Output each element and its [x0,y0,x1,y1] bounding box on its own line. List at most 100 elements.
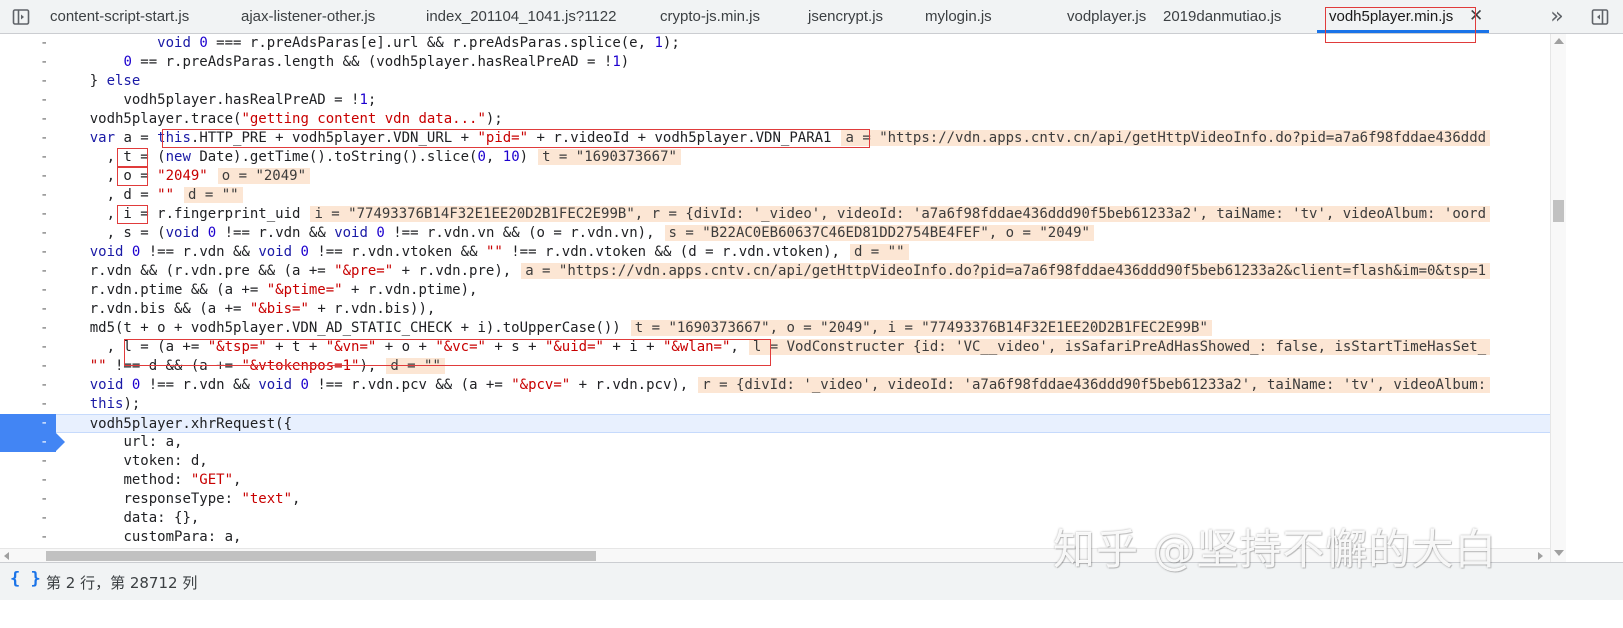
gutter-line-marker[interactable]: - [0,300,56,319]
tab-vodh5player-min-js[interactable]: vodh5player.min.js [1329,0,1453,33]
inline-variable-value: d = "" [849,244,909,260]
gutter-line-marker[interactable]: - [0,129,56,148]
toggle-navigator-icon[interactable] [6,0,36,33]
code-line: responseType: "text", [56,490,1550,509]
vertical-scrollbar[interactable] [1550,34,1566,562]
gutter-line-marker[interactable]: - [0,262,56,281]
tab-content-script-start-js[interactable]: content-script-start.js [50,0,189,33]
tab-index-201104-1041-js-1122[interactable]: index_201104_1041.js?1122 [426,0,616,33]
tab-ajax-listener-other-js[interactable]: ajax-listener-other.js [241,0,375,33]
scroll-up-arrow-icon[interactable] [1554,38,1564,44]
line-number-gutter[interactable]: --------------------------- [0,34,65,562]
tab-jsencrypt-js[interactable]: jsencrypt.js [808,0,883,33]
gutter-line-marker[interactable]: - [0,357,56,376]
code-line: vodh5player.hasRealPreAD = !1; [56,91,1550,110]
gutter-line-marker[interactable]: - [0,338,56,357]
code-text: void 0 !== r.vdn && void 0 !== r.vdn.pcv… [89,377,689,393]
scroll-right-arrow-icon[interactable] [1538,552,1543,560]
code-line: void 0 === r.preAdsParas[e].url && r.pre… [56,34,1550,53]
inline-variable-value: r = {divId: '_video', videoId: 'a7a6f98f… [698,377,1491,393]
inline-variable-value: a = "https://vdn.apps.cntv.cn/api/getHtt… [841,130,1491,146]
code-text: "" !== d && (a += "&vtokenpos=1"), [89,358,377,374]
gutter-line-marker[interactable]: - [0,91,56,110]
tab-crypto-js-min-js[interactable]: crypto-js.min.js [660,0,760,33]
bottom-blank-area [0,600,1623,628]
code-line: , o = "2049" o = "2049" [56,167,1550,186]
code-text: 0 == r.preAdsParas.length && (vodh5playe… [123,54,630,70]
gutter-line-marker[interactable]: - [0,490,56,509]
editor-tab-bar: content-script-start.js ajax-listener-oth… [0,0,1623,34]
gutter-line-marker[interactable]: - [0,395,56,414]
code-text: vodh5player.trace("getting content vdn d… [89,111,503,127]
gutter-line-marker[interactable]: - [0,167,56,186]
code-text: , t = (new Date).getTime().toString().sl… [106,149,529,165]
breakpoint-marker[interactable]: - [0,433,65,452]
gutter-line-marker[interactable]: - [0,34,56,53]
code-text: r.vdn.ptime && (a += "&ptime=" + r.vdn.p… [89,282,478,298]
toggle-debugger-sidebar-icon[interactable] [1585,0,1615,33]
scroll-left-arrow-icon[interactable] [4,552,9,560]
code-text: void 0 === r.preAdsParas[e].url && r.pre… [157,35,680,51]
gutter-line-marker[interactable]: - [0,186,56,205]
close-tab-icon[interactable]: ✕ [1469,0,1483,33]
pretty-print-braces-icon[interactable]: { } [10,569,41,589]
code-line: this); [56,395,1550,414]
gutter-line-marker[interactable]: - [0,243,56,262]
code-line: void 0 !== r.vdn && void 0 !== r.vdn.pcv… [56,376,1550,395]
source-code-view[interactable]: void 0 === r.preAdsParas[e].url && r.pre… [56,34,1550,562]
tab-vodplayer-js[interactable]: vodplayer.js [1067,0,1146,33]
horizontal-scroll-thumb[interactable] [46,551,596,561]
sidebar-right-panel-icon [1591,8,1609,25]
breakpoint-marker[interactable]: - [0,414,65,433]
tab-2019danmutiao-js[interactable]: 2019danmutiao.js [1163,0,1281,33]
code-line: vtoken: d, [56,452,1550,471]
gutter-line-marker[interactable]: - [0,281,56,300]
gutter-line-marker[interactable]: - [0,376,56,395]
gutter-line-marker[interactable]: - [0,224,56,243]
code-text: r.vdn && (r.vdn.pre && (a += "&pre=" + r… [89,263,512,279]
gutter-line-marker[interactable]: - [0,72,56,91]
code-text: vodh5player.hasRealPreAD = !1; [123,92,377,108]
inline-variable-value: i = "77493376B14F32E1EE20D2B1FEC2E99B", … [310,206,1491,222]
gutter-line-marker[interactable]: - [0,509,56,528]
gutter-line-marker[interactable]: - [0,471,56,490]
gutter-line-marker[interactable]: - [0,452,56,471]
code-line: "" !== d && (a += "&vtokenpos=1"), d = "" [56,357,1550,376]
code-text: , l = (a += "&tsp=" + t + "&vn=" + o + "… [106,339,739,355]
scroll-down-arrow-icon[interactable] [1554,550,1564,556]
more-tabs-chevron-icon[interactable]: » [1542,0,1572,33]
gutter-line-marker[interactable]: - [0,148,56,167]
gutter-line-marker[interactable]: - [0,53,56,72]
vertical-scroll-thumb[interactable] [1553,200,1564,222]
code-line: r.vdn && (r.vdn.pre && (a += "&pre=" + r… [56,262,1550,281]
gutter-line-marker[interactable]: - [0,319,56,338]
gutter-line-marker[interactable]: - [0,528,56,547]
code-line: var a = this.HTTP_PRE + vodh5player.VDN_… [56,129,1550,148]
code-line: md5(t + o + vodh5player.VDN_AD_STATIC_CH… [56,319,1550,338]
code-text: url: a, [123,434,183,450]
gutter-line-marker[interactable]: - [0,205,56,224]
inline-variable-value: d = "" [386,358,445,374]
code-line: } else [56,72,1550,91]
gutter-line-marker[interactable]: - [0,110,56,129]
code-text: responseType: "text", [123,491,301,507]
tab-mylogin-js[interactable]: mylogin.js [925,0,992,33]
zhihu-watermark: 知乎 @坚持不懈的大白 [1053,525,1498,574]
code-text: customPara: a, [123,529,242,545]
code-line: , l = (a += "&tsp=" + t + "&vn=" + o + "… [56,338,1550,357]
code-text: vodh5player.xhrRequest({ [89,416,293,432]
code-text: , o = "2049" [106,168,208,184]
code-line: vodh5player.trace("getting content vdn d… [56,110,1550,129]
